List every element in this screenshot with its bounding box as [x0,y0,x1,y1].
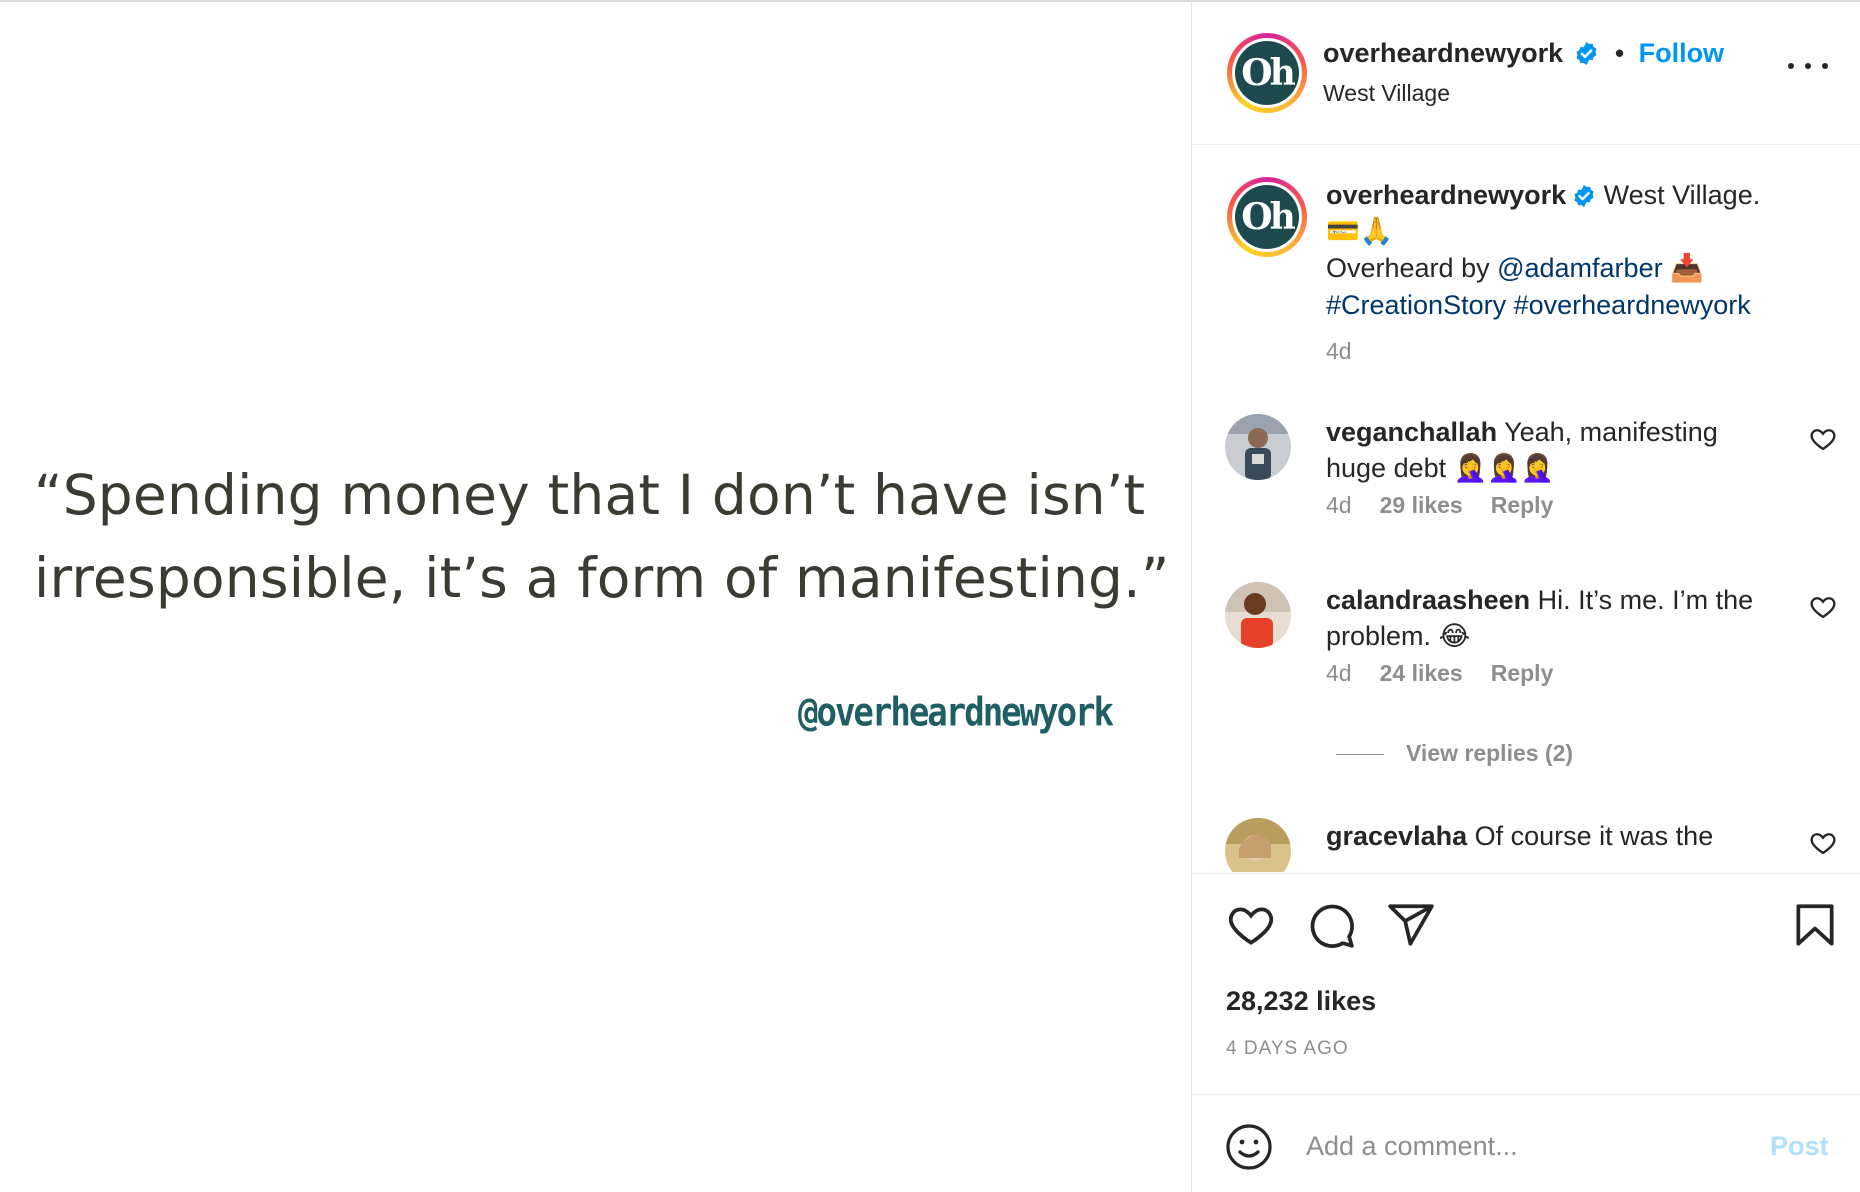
comment-time[interactable]: 4d [1326,492,1352,518]
author-username[interactable]: overheardnewyork [1323,38,1563,68]
commenter-avatar[interactable] [1225,818,1291,872]
caption-overheard-by: Overheard by [1326,253,1498,283]
caption-avatar[interactable]: Oh [1227,177,1307,257]
follow-button[interactable]: Follow [1639,38,1724,68]
comment-emojis: 🤦‍♀️🤦‍♀️🤦‍♀️ [1453,453,1555,484]
commenter-avatar[interactable] [1225,582,1291,648]
caption-emojis: 💳🙏 [1326,216,1394,247]
comment-icon[interactable] [1306,900,1356,950]
caption-line: West Village. [1603,180,1761,210]
add-comment-bar: Post [1192,1094,1860,1192]
hashtag-link[interactable]: #overheardnewyork [1514,290,1751,320]
comment-username[interactable]: calandraasheen [1326,585,1530,615]
comment-username[interactable]: gracevlaha [1326,821,1467,851]
post-location[interactable]: West Village [1323,80,1450,107]
comment-like-icon[interactable] [1809,425,1837,453]
comment-time[interactable]: 4d [1326,660,1352,686]
comment-text: veganchallah Yeah, manifesting huge debt… [1326,414,1766,487]
comment-username[interactable]: veganchallah [1326,417,1497,447]
caption-text: overheardnewyork West Village. 💳🙏 Overhe… [1326,177,1826,323]
like-count[interactable]: 28,232 likes [1226,986,1376,1017]
post-comment-button[interactable]: Post [1770,1131,1829,1162]
reply-button[interactable]: Reply [1491,660,1554,686]
author-avatar[interactable]: Oh [1227,33,1307,113]
brand-logo: Oh [1235,41,1299,105]
comment-likes[interactable]: 24 likes [1380,660,1463,686]
hashtag-link[interactable]: #CreationStory [1326,290,1506,320]
header-name-row: overheardnewyork • Follow [1323,38,1724,69]
post-side-panel: Oh overheardnewyork • Follow West Villag… [1191,2,1860,1192]
timestamp[interactable]: 4d [1326,338,1352,364]
post-image[interactable]: “Spending money that I don’t have isn’t … [0,2,1191,1192]
brand-logo: Oh [1235,185,1299,249]
heart-icon[interactable] [1226,900,1276,950]
separator-dot: • [1615,38,1625,68]
verified-badge-icon [1574,185,1594,207]
reply-button[interactable]: Reply [1491,492,1554,518]
view-replies-label: View replies (2) [1406,740,1574,766]
bookmark-icon[interactable] [1790,900,1840,950]
comment-text: calandraasheen Hi. It’s me. I’m the prob… [1326,582,1766,655]
comment-text: gracevlaha Of course it was the [1326,818,1766,854]
post-actions: 28,232 likes 4 DAYS AGO [1192,873,1860,1093]
commenter-avatar[interactable] [1225,414,1291,480]
quote-text: “Spending money that I don’t have isn’t … [34,454,1170,620]
comment-input[interactable] [1306,1121,1746,1171]
comment-emojis: 😂 [1438,621,1471,652]
quote-line: irresponsible, it’s a form of manifestin… [34,546,1170,610]
more-options-icon[interactable] [1788,56,1828,76]
view-replies-button[interactable]: View replies (2) [1336,740,1573,767]
share-icon[interactable] [1386,900,1436,950]
caption-time: 4d [1326,338,1352,365]
caption-emoji: 📥 [1670,253,1704,284]
post-header: Oh overheardnewyork • Follow West Villag… [1192,2,1860,145]
mention-link[interactable]: @adamfarber [1497,253,1662,283]
comment-likes[interactable]: 29 likes [1380,492,1463,518]
image-watermark: @overheardnewyork [798,690,1114,736]
instagram-post-page: “Spending money that I don’t have isn’t … [0,0,1860,1192]
post-timestamp[interactable]: 4 DAYS AGO [1226,1038,1349,1060]
comment-like-icon[interactable] [1809,593,1837,621]
quote-line: “Spending money that I don’t have isn’t [34,463,1146,527]
comments-list[interactable]: Oh overheardnewyork West Village. 💳🙏 Ove… [1192,146,1860,872]
emoji-icon[interactable] [1225,1123,1273,1171]
verified-badge-icon [1576,42,1597,65]
comment-body: Of course it was the [1474,821,1714,851]
comment-meta: 4d 29 likes Reply [1326,492,1553,519]
caption-username[interactable]: overheardnewyork [1326,180,1566,210]
comment-like-icon[interactable] [1809,829,1837,857]
comment-meta: 4d 24 likes Reply [1326,660,1553,687]
